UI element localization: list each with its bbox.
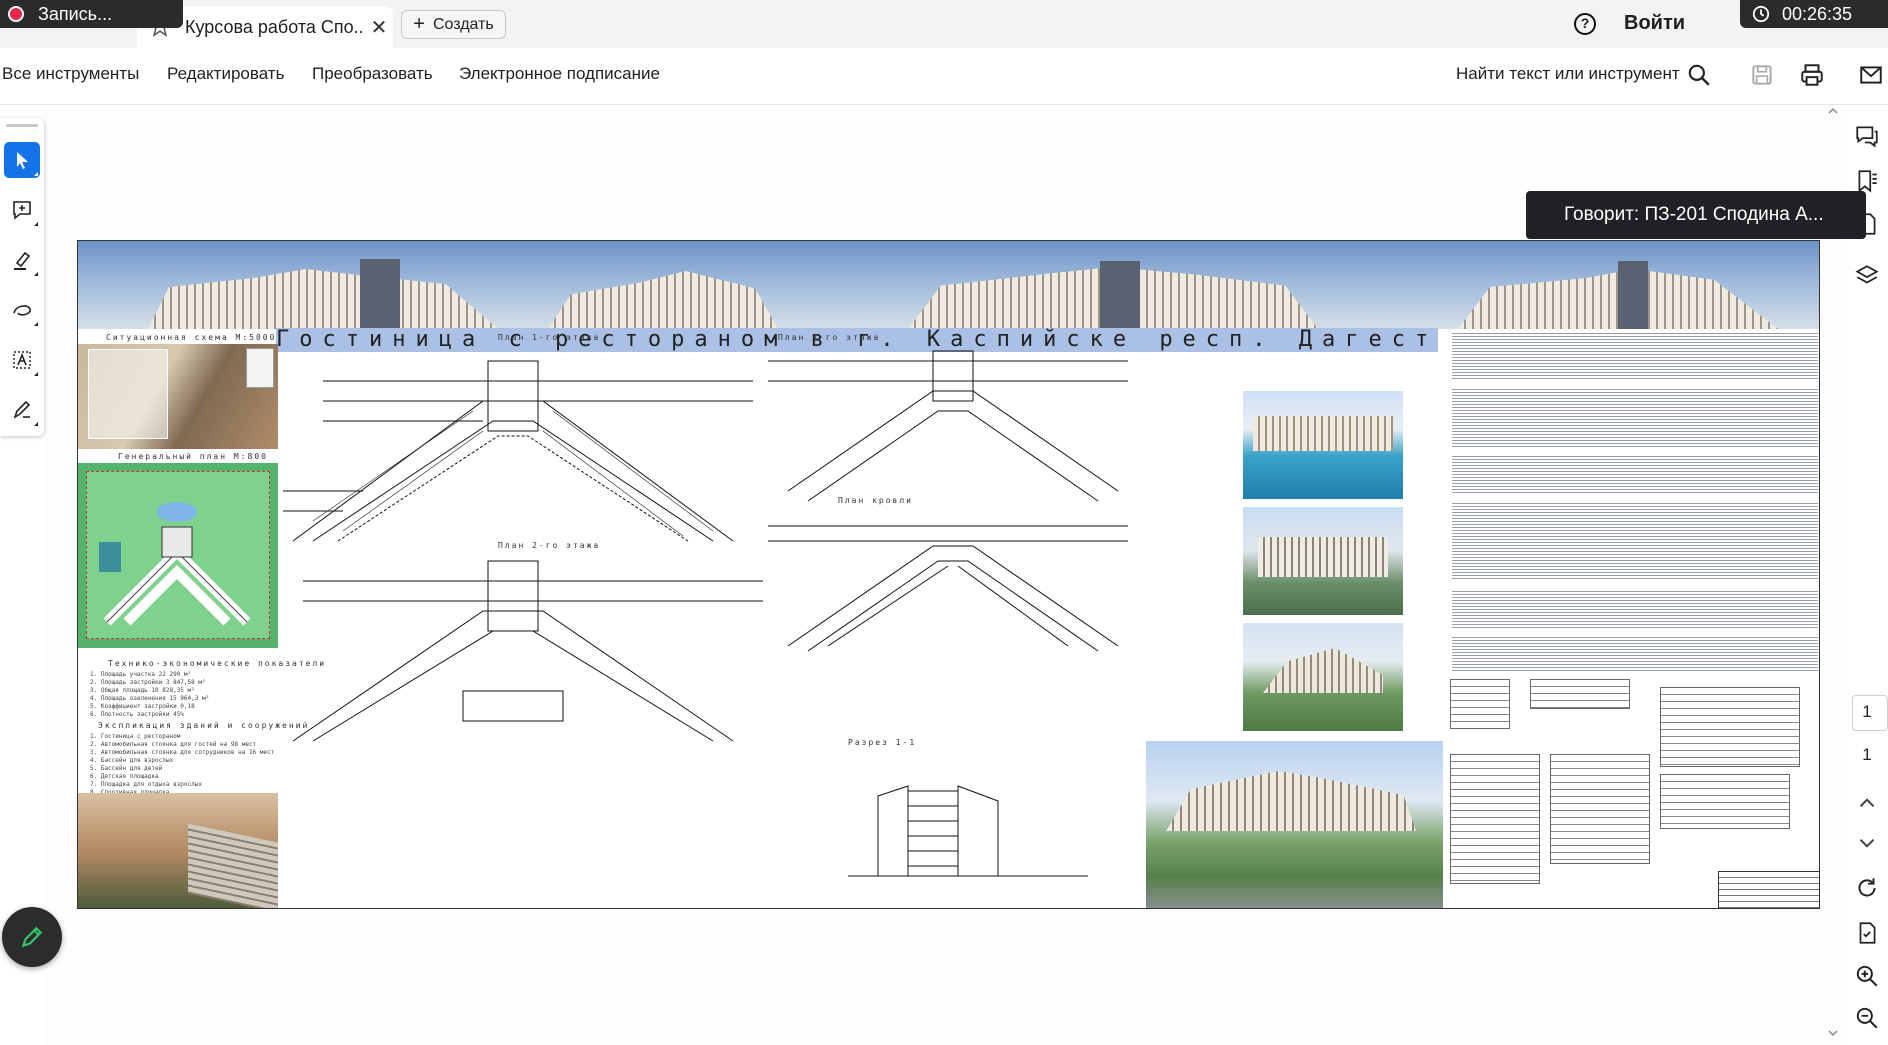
zoom-in-icon[interactable] xyxy=(1854,963,1880,989)
sign-tool-button[interactable] xyxy=(4,392,40,428)
explication-list: 1. Гостиница с рестораном 2. Автомобильн… xyxy=(90,733,275,796)
recording-badge[interactable]: Запись... xyxy=(0,0,183,28)
caption-situation: Ситуационная схема М:5000 xyxy=(106,333,277,342)
highlighter-icon xyxy=(14,251,31,270)
render-photo-1 xyxy=(1243,391,1403,499)
plus-icon: + xyxy=(413,13,425,35)
menu-edit[interactable]: Редактировать xyxy=(167,64,284,84)
page-total: 1 xyxy=(1862,745,1872,764)
chevron-down-icon[interactable] xyxy=(1854,830,1880,856)
menu-convert[interactable]: Преобразовать xyxy=(312,64,433,84)
highlight-tool-button[interactable] xyxy=(4,242,40,278)
mail-icon[interactable] xyxy=(1858,62,1884,88)
toolbar: Все инструменты Редактировать Преобразов… xyxy=(0,48,1888,105)
clock-icon xyxy=(1752,5,1770,23)
new-tab-label: Создать xyxy=(432,15,494,33)
menu-all-tools[interactable]: Все инструменты xyxy=(2,64,139,84)
select-tool-button[interactable] xyxy=(4,142,40,178)
edit-fab-button[interactable] xyxy=(2,907,62,967)
floor-plan-5 xyxy=(768,350,1128,502)
right-rail: 1 1 xyxy=(1846,105,1888,1045)
page-number-box[interactable] xyxy=(1852,695,1888,731)
comment-add-icon xyxy=(13,201,31,220)
roof-plan xyxy=(768,525,1128,652)
close-tab-icon[interactable]: ✕ xyxy=(365,15,393,40)
layers-icon[interactable] xyxy=(1854,263,1880,289)
situation-map xyxy=(78,344,278,449)
sunset-render-photo xyxy=(78,793,278,908)
palette-grip[interactable] xyxy=(6,124,38,127)
comments-icon[interactable] xyxy=(1854,123,1880,149)
tech-indicators-list: 1. Площадь участка 22 290 м² 2. Площадь … xyxy=(90,671,210,718)
floor-plan-1 xyxy=(283,360,753,542)
menu-e-sign[interactable]: Электронное подписание xyxy=(459,64,660,84)
draw-tool-button[interactable] xyxy=(4,292,40,328)
recording-timer: 00:26:35 xyxy=(1740,0,1888,28)
explanatory-note xyxy=(1450,329,1819,908)
new-tab-button[interactable]: + Создать xyxy=(401,10,506,39)
signin-button[interactable]: Войти xyxy=(1624,12,1685,35)
timer-value: 00:26:35 xyxy=(1782,3,1853,24)
recording-label: Запись... xyxy=(38,3,113,24)
render-photo-3 xyxy=(1243,623,1403,731)
freehand-icon xyxy=(13,305,31,316)
save-icon[interactable] xyxy=(1749,62,1775,88)
text-select-tool-button[interactable] xyxy=(4,342,40,378)
speaker-tooltip: Говорит: ПЗ-201 Сподина А... xyxy=(1526,191,1866,239)
render-photo-2 xyxy=(1243,507,1403,615)
drawing-sheet: Гостиница с рестораном в г. Каспийске ре… xyxy=(77,240,1820,909)
document-scan-icon[interactable] xyxy=(1854,920,1880,946)
caption-general-plan: Генеральный план М:800 xyxy=(118,452,268,461)
caption-roof-plan: План кровли xyxy=(838,496,913,505)
section-drawing xyxy=(848,785,1088,877)
chevron-up-icon[interactable] xyxy=(1854,790,1880,816)
record-icon xyxy=(8,6,24,22)
hotel-render-banner xyxy=(78,241,1819,329)
comment-tool-button[interactable] xyxy=(4,192,40,228)
tab-bar: Меню Курсова работа Спо... ✕ + Создать ?… xyxy=(0,0,1888,48)
help-icon[interactable]: ? xyxy=(1574,13,1596,35)
caption-explication: Экспликация зданий и сооружений xyxy=(98,721,310,730)
general-plan xyxy=(78,463,278,648)
pencil-icon xyxy=(21,926,43,948)
render-photo-4 xyxy=(1146,741,1443,908)
print-icon[interactable] xyxy=(1799,62,1825,88)
find-tool-label[interactable]: Найти текст или инструмент xyxy=(1456,64,1680,84)
pen-sign-icon xyxy=(13,400,31,419)
zoom-out-icon[interactable] xyxy=(1854,1005,1880,1031)
text-box-icon xyxy=(13,351,31,369)
refresh-icon[interactable] xyxy=(1854,875,1880,901)
vertical-scrollbar[interactable] xyxy=(1826,105,1840,1040)
search-icon[interactable] xyxy=(1686,62,1712,88)
tool-palette xyxy=(0,118,44,436)
floor-plan-2 xyxy=(292,560,763,742)
caption-plan-2: План 2-го этажа xyxy=(498,541,601,550)
tab-title: Курсова работа Спо... xyxy=(185,16,365,37)
title-block-stamp xyxy=(1718,871,1819,908)
cursor-icon xyxy=(17,152,28,169)
